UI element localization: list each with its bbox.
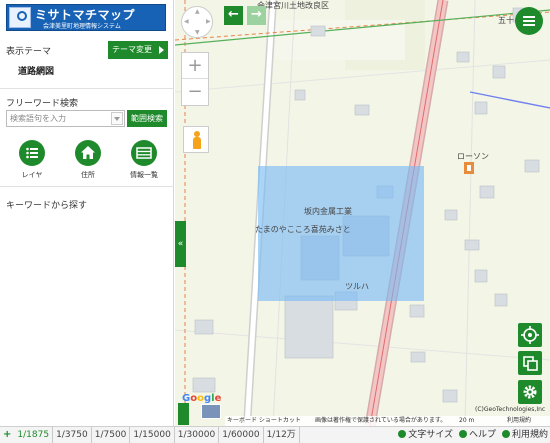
help-link[interactable]: ヘルプ [458, 427, 496, 443]
sidebar: ミサトマチマップ 会津美里町地理情報システム 表示テーマ テーマ変更 道路網図 … [0, 0, 174, 426]
keyword-search-label[interactable]: キーワードから探す [6, 198, 87, 211]
scale-3750[interactable]: 1/3750 [53, 427, 92, 443]
zoom-control: + − [181, 52, 209, 106]
font-size-label: 文字サイズ [408, 430, 453, 440]
question-circle-icon [458, 430, 467, 438]
zoom-in-button[interactable]: + [182, 53, 208, 79]
bottom-bar: + 1/1875 1/3750 1/7500 1/15000 1/30000 1… [0, 426, 550, 443]
document-circle-icon [501, 430, 510, 438]
settings-button[interactable] [518, 380, 542, 404]
copy-layers-icon [523, 356, 538, 371]
map-label-nursery[interactable]: たまのやこころ喜苑みさと [255, 224, 351, 235]
map-label-lawson[interactable]: ローソン [457, 151, 489, 162]
freeword-label: フリーワード検索 [6, 99, 79, 109]
house-icon [75, 140, 101, 166]
layer-tool-button[interactable]: レイヤ [12, 140, 52, 180]
info-list-tool-label: 情報一覧 [130, 171, 158, 179]
bottom-links: 文字サイズ ヘルプ 利用規約 [392, 427, 548, 443]
search-box [6, 110, 125, 127]
hamburger-icon [523, 16, 535, 18]
map-label-tsuruha[interactable]: ツルハ [345, 281, 369, 292]
sidebar-collapse-button[interactable]: « [175, 221, 186, 267]
satellite-thumbnail[interactable] [201, 404, 221, 419]
theme-change-button[interactable]: テーマ変更 [108, 41, 168, 59]
logo-subtitle: 会津美里町地理情報システム [43, 23, 121, 30]
scale-7500[interactable]: 1/7500 [92, 427, 131, 443]
map-terms-link[interactable]: 利用規約 [507, 416, 531, 426]
address-tool-button[interactable]: 住所 [68, 140, 108, 180]
range-search-button[interactable]: 範囲検索 [127, 110, 167, 127]
table-icon [131, 140, 157, 166]
scale-add-button[interactable]: + [0, 427, 14, 443]
crosshair-icon [521, 326, 539, 344]
layers-button[interactable] [518, 351, 542, 375]
help-label: ヘルプ [468, 430, 496, 440]
info-list-tool-button[interactable]: 情報一覧 [124, 140, 164, 180]
theme-value: 道路網図 [18, 67, 55, 77]
scale-120000[interactable]: 1/12万 [264, 427, 300, 443]
play-triangle-icon [159, 46, 164, 54]
scale-1875[interactable]: 1/1875 [14, 427, 54, 443]
back-arrow-icon[interactable]: ← [224, 6, 243, 25]
locate-button[interactable] [518, 323, 542, 347]
theme-label: 表示テーマ [6, 47, 52, 57]
scale-60000[interactable]: 1/60000 [219, 427, 264, 443]
street-view-button[interactable] [183, 126, 209, 153]
app-logo[interactable]: ミサトマチマップ 会津美里町地理情報システム [6, 4, 166, 31]
map-label-district: 会津宮川土地改良区 [257, 1, 329, 10]
theme-change-label: テーマ変更 [112, 45, 152, 54]
scale-15000[interactable]: 1/15000 [130, 427, 175, 443]
scale-list: + 1/1875 1/3750 1/7500 1/15000 1/30000 1… [0, 427, 300, 443]
menu-button[interactable] [515, 7, 543, 35]
terms-label: 利用規約 [511, 430, 548, 440]
copyright-notice: 画像は著作権で保護されている場合があります。 [315, 417, 447, 424]
scale-30000[interactable]: 1/30000 [175, 427, 220, 443]
keyboard-shortcuts-link[interactable]: キーボード ショートカット [227, 416, 301, 426]
forward-arrow-icon[interactable]: → [247, 6, 266, 25]
layer-tool-label: レイヤ [21, 171, 43, 179]
list-icon [19, 140, 45, 166]
map-copyright: (C)GeoTechnologies,Inc [475, 406, 546, 413]
logo-mark-icon [9, 7, 31, 28]
address-tool-label: 住所 [81, 171, 95, 179]
map-attribution-bar: キーボード ショートカット 画像は著作権で保護されている場合があります。 20 … [225, 416, 550, 426]
terms-link[interactable]: 利用規約 [501, 427, 548, 443]
person-marker-icon[interactable] [178, 403, 189, 425]
plus-circle-icon [398, 430, 407, 438]
divider [0, 186, 174, 187]
font-size-link[interactable]: 文字サイズ [398, 427, 453, 443]
search-dropdown-icon[interactable] [111, 112, 123, 125]
compass-control[interactable]: ▲ ▼ ◀ ▶ [181, 6, 213, 38]
divider [0, 88, 174, 89]
gear-icon [523, 385, 537, 399]
map-label-top-right: 五十 [498, 16, 514, 25]
search-input[interactable] [7, 111, 111, 126]
map-scale-label: 20 m [459, 417, 475, 424]
map-label-factory[interactable]: 坂内金属工業 [304, 206, 352, 217]
map-canvas[interactable]: 会津宮川土地改良区 五十 ローソン 坂内金属工業 たまのやこころ喜苑みさと ツル… [175, 0, 550, 426]
zoom-out-button[interactable]: − [182, 80, 208, 106]
